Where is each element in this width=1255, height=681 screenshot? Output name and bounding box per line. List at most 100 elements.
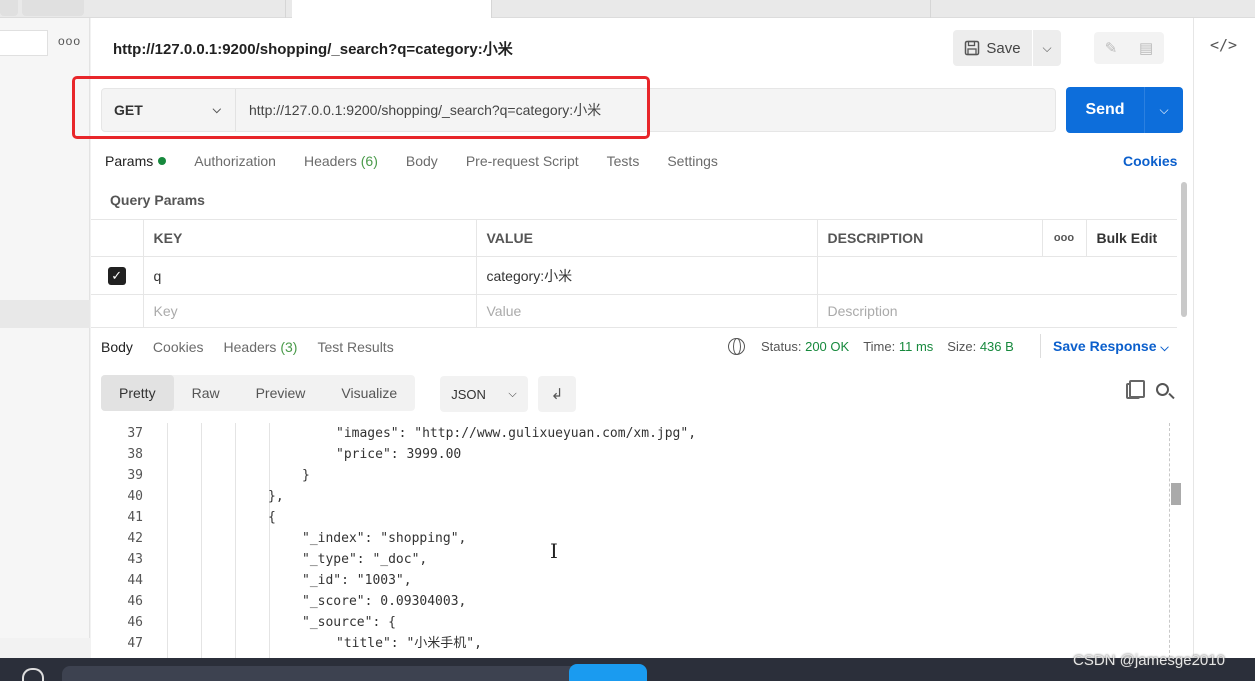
line-number: 41 <box>127 510 143 525</box>
copy-icon[interactable] <box>1126 380 1145 399</box>
view-preview[interactable]: Preview <box>238 375 324 411</box>
value-placeholder[interactable]: Value <box>475 294 817 328</box>
sidebar-selected-item[interactable] <box>0 300 90 328</box>
key-placeholder[interactable]: Key <box>142 294 476 328</box>
view-visualize[interactable]: Visualize <box>323 375 415 411</box>
player-send-button[interactable] <box>569 664 647 681</box>
code-text: "_id": "1003", <box>302 573 412 588</box>
sidebar-filter-input[interactable] <box>0 30 48 56</box>
checkbox-checked-icon[interactable]: ✓ <box>107 266 126 285</box>
save-response-button[interactable]: Save Response ⌵ <box>1053 338 1169 355</box>
video-player-bar <box>0 658 1255 681</box>
comment-icon[interactable]: ▤ <box>1139 39 1153 57</box>
pencil-icon[interactable]: ✎ <box>1105 39 1118 57</box>
save-button[interactable]: Save <box>953 30 1033 66</box>
send-button[interactable]: Send <box>1066 87 1144 133</box>
chevron-down-icon: ⌵ <box>212 103 221 116</box>
tab-tests[interactable]: Tests <box>607 153 640 169</box>
view-mode-tabs: Pretty Raw Preview Visualize <box>101 375 416 411</box>
import-button[interactable] <box>22 0 84 16</box>
line-number: 46 <box>127 594 143 609</box>
resp-tab-headers[interactable]: Headers (3) <box>224 339 298 355</box>
code-line: 43 "_type": "_doc", <box>91 549 1161 570</box>
cookies-link[interactable]: Cookies <box>1123 153 1177 169</box>
line-number: 47 <box>127 636 143 651</box>
save-options-chevron-icon[interactable]: ⌵ <box>1033 41 1061 56</box>
format-label: JSON <box>451 386 486 402</box>
code-text: "_index": "shopping", <box>302 531 467 546</box>
code-text: { <box>268 510 276 525</box>
bulk-edit-button[interactable]: Bulk Edit <box>1085 219 1177 257</box>
code-text: "_score": 0.09304003, <box>302 594 467 609</box>
tab-headers-count: (6) <box>360 153 378 169</box>
code-line: 42 "_index": "shopping", <box>91 528 1161 549</box>
request-bar: GET ⌵ <box>101 88 1056 132</box>
format-select[interactable]: JSON ⌵ <box>440 376 528 412</box>
tab-pre-request-script[interactable]: Pre-request Script <box>466 153 579 169</box>
view-pretty[interactable]: Pretty <box>101 375 174 411</box>
code-line: 37 "images": "http://www.gulixueyuan.com/… <box>91 423 1161 444</box>
code-snippet-icon[interactable]: </> <box>1210 36 1237 54</box>
method-select[interactable]: GET ⌵ <box>102 89 236 131</box>
response-meta: Status: 200 OK Time: 11 ms Size: 436 B <box>761 339 1014 354</box>
line-number: 37 <box>127 426 143 441</box>
tab-headers-label: Headers <box>303 153 357 169</box>
environment-selector[interactable] <box>930 0 1190 18</box>
tab-settings[interactable]: Settings <box>667 153 718 169</box>
params-active-dot-icon <box>158 157 167 165</box>
view-raw[interactable]: Raw <box>174 375 238 411</box>
url-input[interactable] <box>236 89 1055 131</box>
menu-button[interactable] <box>0 0 18 16</box>
request-tab[interactable] <box>96 0 286 18</box>
status-info: Status: 200 OK <box>761 339 849 354</box>
description-placeholder[interactable]: Description <box>816 294 1177 328</box>
globe-icon[interactable] <box>728 338 745 355</box>
resp-tab-headers-count: (3) <box>280 339 298 355</box>
line-number: 38 <box>127 447 143 462</box>
tab-params[interactable]: Params <box>105 153 167 169</box>
wrap-lines-icon[interactable]: ↲ <box>538 376 576 412</box>
top-tab-strip <box>0 0 1255 18</box>
line-number: 43 <box>127 552 143 567</box>
code-line: 38 "price": 3999.00 <box>91 444 1161 465</box>
edit-tools: ✎ ▤ <box>1094 32 1164 64</box>
search-icon[interactable] <box>1156 383 1169 396</box>
tab-headers[interactable]: Headers (6) <box>304 153 378 169</box>
size-info: Size: 436 B <box>947 339 1014 354</box>
response-body-code[interactable]: 37 "images": "http://www.gulixueyuan.com/… <box>91 423 1181 658</box>
more-options-icon[interactable]: ooo <box>1041 219 1086 257</box>
resp-tab-body[interactable]: Body <box>101 339 133 355</box>
status-value: 200 OK <box>805 339 850 354</box>
code-text: } <box>302 468 310 483</box>
code-line: 41 { <box>91 507 1161 528</box>
player-icon[interactable] <box>22 668 44 681</box>
table-header-row: KEY VALUE DESCRIPTION ooo Bulk Edit <box>91 219 1177 257</box>
param-value[interactable]: category:小米 <box>475 256 817 295</box>
request-panel: http://127.0.0.1:9200/shopping/_search?q… <box>72 18 1193 658</box>
code-text: "_type": "_doc", <box>302 552 428 567</box>
save-icon <box>965 40 980 56</box>
code-text: "title": "小米手机", <box>336 636 482 651</box>
params-scrollbar[interactable] <box>1181 182 1187 317</box>
sidebar-more-icon[interactable]: ooo <box>58 34 81 48</box>
tab-body[interactable]: Body <box>406 153 438 169</box>
save-label: Save <box>986 39 1021 57</box>
request-tab-active[interactable] <box>292 0 492 18</box>
resp-tab-headers-label: Headers <box>223 339 277 355</box>
tab-authorization[interactable]: Authorization <box>194 153 276 169</box>
resp-tab-test-results[interactable]: Test Results <box>317 339 393 355</box>
param-description[interactable] <box>816 256 1177 295</box>
code-scrollbar[interactable] <box>1169 423 1181 658</box>
player-input[interactable] <box>62 666 582 681</box>
send-options-chevron-icon[interactable]: ⌵ <box>1144 87 1183 133</box>
scrollbar-thumb[interactable] <box>1171 483 1181 505</box>
code-line: 46 "_score": 0.09304003, <box>91 591 1161 612</box>
param-key[interactable]: q <box>142 256 476 295</box>
row-checkbox-cell: ✓ <box>91 256 143 295</box>
method-label: GET <box>114 102 143 118</box>
code-line: 46 "_source": { <box>91 612 1161 633</box>
resp-tab-cookies[interactable]: Cookies <box>153 339 204 355</box>
code-text: "images": "http://www.gulixueyuan.com/xm… <box>336 426 697 441</box>
code-text: "price": 3999.00 <box>336 447 462 462</box>
query-params-table: KEY VALUE DESCRIPTION ooo Bulk Edit ✓ q … <box>91 219 1177 328</box>
